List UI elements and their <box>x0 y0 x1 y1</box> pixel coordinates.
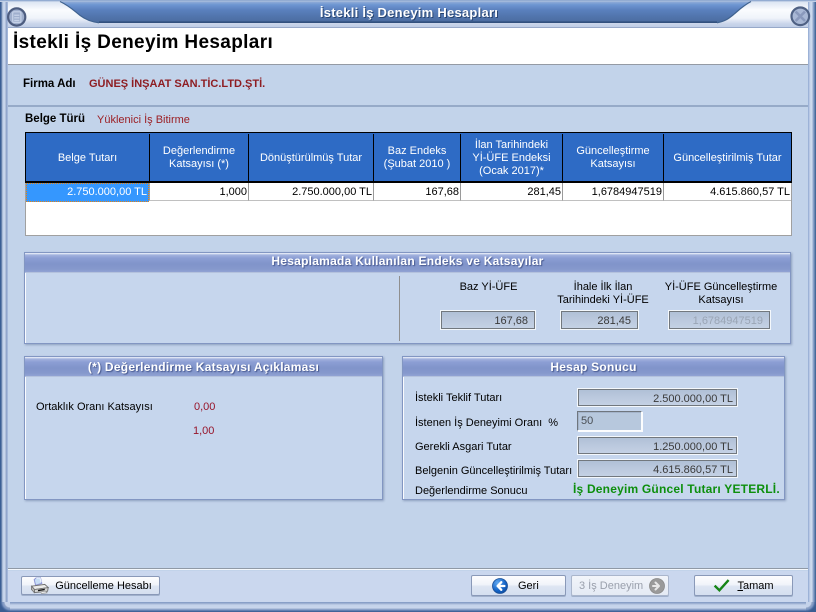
svg-text:İstekli İş Deneyim Hesapları: İstekli İş Deneyim Hesapları <box>320 5 498 20</box>
